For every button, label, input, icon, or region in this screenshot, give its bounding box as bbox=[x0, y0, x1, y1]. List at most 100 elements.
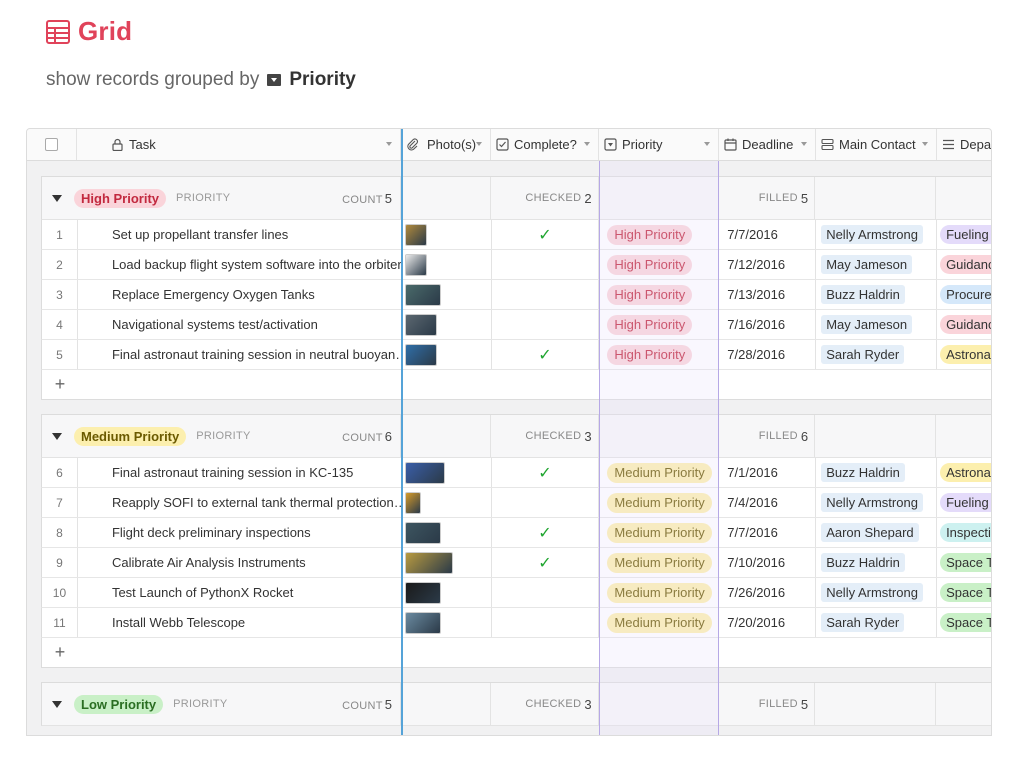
complete-cell[interactable]: ✓ bbox=[492, 518, 600, 547]
dept-cell[interactable]: Guidanc bbox=[937, 310, 991, 339]
photo-thumbnail[interactable] bbox=[404, 581, 441, 604]
deadline-cell[interactable]: 7/7/2016 bbox=[719, 220, 817, 249]
deadline-cell[interactable]: 7/1/2016 bbox=[719, 458, 817, 487]
task-cell[interactable]: Set up propellant transfer lines bbox=[78, 220, 402, 249]
priority-cell[interactable]: Medium Priority bbox=[599, 608, 720, 637]
photo-cell[interactable] bbox=[402, 608, 492, 637]
complete-cell[interactable] bbox=[492, 310, 600, 339]
dept-cell[interactable]: Fueling bbox=[937, 488, 991, 517]
collapse-triangle-icon[interactable] bbox=[52, 194, 62, 202]
photo-thumbnail[interactable] bbox=[404, 491, 421, 514]
photo-thumbnail[interactable] bbox=[404, 521, 441, 544]
photo-thumbnail[interactable] bbox=[404, 551, 453, 574]
complete-cell[interactable]: ✓ bbox=[492, 458, 600, 487]
complete-cell[interactable] bbox=[492, 488, 600, 517]
add-record-button[interactable]: + bbox=[42, 638, 78, 667]
column-header-photos[interactable]: Photo(s) bbox=[401, 129, 491, 160]
contact-cell[interactable]: Buzz Haldrin bbox=[816, 548, 938, 577]
contact-cell[interactable]: Sarah Ryder bbox=[816, 340, 938, 369]
collapse-triangle-icon[interactable] bbox=[52, 432, 62, 440]
add-record-row[interactable]: + bbox=[41, 370, 991, 400]
deadline-cell[interactable]: 7/4/2016 bbox=[719, 488, 817, 517]
priority-cell[interactable]: Medium Priority bbox=[599, 548, 720, 577]
contact-cell[interactable]: May Jameson bbox=[816, 310, 938, 339]
dept-cell[interactable]: Space T bbox=[937, 578, 991, 607]
priority-cell[interactable]: High Priority bbox=[599, 220, 720, 249]
dept-cell[interactable]: Guidanc bbox=[937, 250, 991, 279]
chevron-down-icon[interactable] bbox=[704, 142, 710, 146]
group-header[interactable]: Medium Priority PRIORITY COUNT 6 CHECKED 3 FIL… bbox=[41, 414, 991, 458]
table-row[interactable]: 9 Calibrate Air Analysis Instruments ✓ Medi… bbox=[41, 548, 991, 578]
photo-thumbnail[interactable] bbox=[404, 223, 427, 246]
photo-cell[interactable] bbox=[402, 340, 492, 369]
photo-thumbnail[interactable] bbox=[404, 611, 441, 634]
table-row[interactable]: 1 Set up propellant transfer lines ✓ High P… bbox=[41, 220, 991, 250]
deadline-cell[interactable]: 7/12/2016 bbox=[719, 250, 817, 279]
table-row[interactable]: 7 Reapply SOFI to external tank thermal p… bbox=[41, 488, 991, 518]
photo-cell[interactable] bbox=[402, 250, 492, 279]
contact-cell[interactable]: Nelly Armstrong bbox=[816, 220, 938, 249]
task-cell[interactable]: Replace Emergency Oxygen Tanks bbox=[78, 280, 402, 309]
task-cell[interactable]: Load backup flight system software into … bbox=[78, 250, 402, 279]
complete-cell[interactable]: ✓ bbox=[492, 340, 600, 369]
dept-cell[interactable]: Space T bbox=[937, 548, 991, 577]
table-row[interactable]: 2 Load backup flight system software into… bbox=[41, 250, 991, 280]
priority-cell[interactable]: Medium Priority bbox=[599, 488, 720, 517]
contact-cell[interactable]: Aaron Shepard bbox=[816, 518, 938, 547]
add-record-button[interactable]: + bbox=[42, 370, 78, 399]
photo-cell[interactable] bbox=[402, 488, 492, 517]
column-header-dept[interactable]: Depa bbox=[937, 129, 991, 160]
task-cell[interactable]: Final astronaut training session in KC-1… bbox=[78, 458, 402, 487]
contact-cell[interactable]: Nelly Armstrong bbox=[816, 578, 938, 607]
contact-cell[interactable]: May Jameson bbox=[816, 250, 938, 279]
photo-cell[interactable] bbox=[402, 458, 492, 487]
task-cell[interactable]: Test Launch of PythonX Rocket bbox=[78, 578, 402, 607]
chevron-down-icon[interactable] bbox=[922, 142, 928, 146]
deadline-cell[interactable]: 7/13/2016 bbox=[719, 280, 817, 309]
column-header-task[interactable]: Task bbox=[77, 129, 401, 160]
chevron-down-icon[interactable] bbox=[386, 142, 392, 146]
deadline-cell[interactable]: 7/16/2016 bbox=[719, 310, 817, 339]
priority-cell[interactable]: Medium Priority bbox=[599, 578, 720, 607]
photo-cell[interactable] bbox=[402, 280, 492, 309]
photo-thumbnail[interactable] bbox=[404, 461, 445, 484]
photo-thumbnail[interactable] bbox=[404, 343, 437, 366]
contact-cell[interactable]: Nelly Armstrong bbox=[816, 488, 938, 517]
chevron-down-icon[interactable] bbox=[476, 142, 482, 146]
photo-cell[interactable] bbox=[402, 518, 492, 547]
photo-thumbnail[interactable] bbox=[404, 313, 437, 336]
complete-cell[interactable] bbox=[492, 250, 600, 279]
column-header-contact[interactable]: Main Contact bbox=[816, 129, 937, 160]
contact-cell[interactable]: Sarah Ryder bbox=[816, 608, 938, 637]
photo-thumbnail[interactable] bbox=[404, 253, 427, 276]
dept-cell[interactable]: Fueling bbox=[937, 220, 991, 249]
add-record-row[interactable]: + bbox=[41, 638, 991, 668]
task-cell[interactable]: Flight deck preliminary inspections bbox=[78, 518, 402, 547]
photo-thumbnail[interactable] bbox=[404, 283, 441, 306]
deadline-cell[interactable]: 7/7/2016 bbox=[719, 518, 817, 547]
priority-cell[interactable]: Medium Priority bbox=[599, 518, 720, 547]
priority-cell[interactable]: High Priority bbox=[599, 310, 720, 339]
photo-cell[interactable] bbox=[402, 578, 492, 607]
dept-cell[interactable]: Astrona bbox=[937, 340, 991, 369]
photo-cell[interactable] bbox=[402, 310, 492, 339]
contact-cell[interactable]: Buzz Haldrin bbox=[816, 280, 938, 309]
complete-cell[interactable]: ✓ bbox=[492, 548, 600, 577]
complete-cell[interactable] bbox=[492, 608, 600, 637]
column-header-deadline[interactable]: Deadline bbox=[719, 129, 816, 160]
group-header[interactable]: High Priority PRIORITY COUNT 5 CHECKED 2 FILLE… bbox=[41, 176, 991, 220]
priority-cell[interactable]: High Priority bbox=[599, 340, 720, 369]
table-row[interactable]: 10 Test Launch of PythonX Rocket Medium Pr… bbox=[41, 578, 991, 608]
table-row[interactable]: 3 Replace Emergency Oxygen Tanks High Prio… bbox=[41, 280, 991, 310]
column-header-complete[interactable]: Complete? bbox=[491, 129, 599, 160]
priority-cell[interactable]: High Priority bbox=[599, 250, 720, 279]
dept-cell[interactable]: Astrona bbox=[937, 458, 991, 487]
task-cell[interactable]: Reapply SOFI to external tank thermal pr… bbox=[78, 488, 402, 517]
dept-cell[interactable]: Space T bbox=[937, 608, 991, 637]
table-row[interactable]: 11 Install Webb Telescope Medium Priority 7… bbox=[41, 608, 991, 638]
deadline-cell[interactable]: 7/10/2016 bbox=[719, 548, 817, 577]
table-row[interactable]: 8 Flight deck preliminary inspections ✓ Med… bbox=[41, 518, 991, 548]
dept-cell[interactable]: Inspecti bbox=[937, 518, 991, 547]
contact-cell[interactable]: Buzz Haldrin bbox=[816, 458, 938, 487]
groupby-field[interactable]: Priority bbox=[289, 69, 356, 91]
